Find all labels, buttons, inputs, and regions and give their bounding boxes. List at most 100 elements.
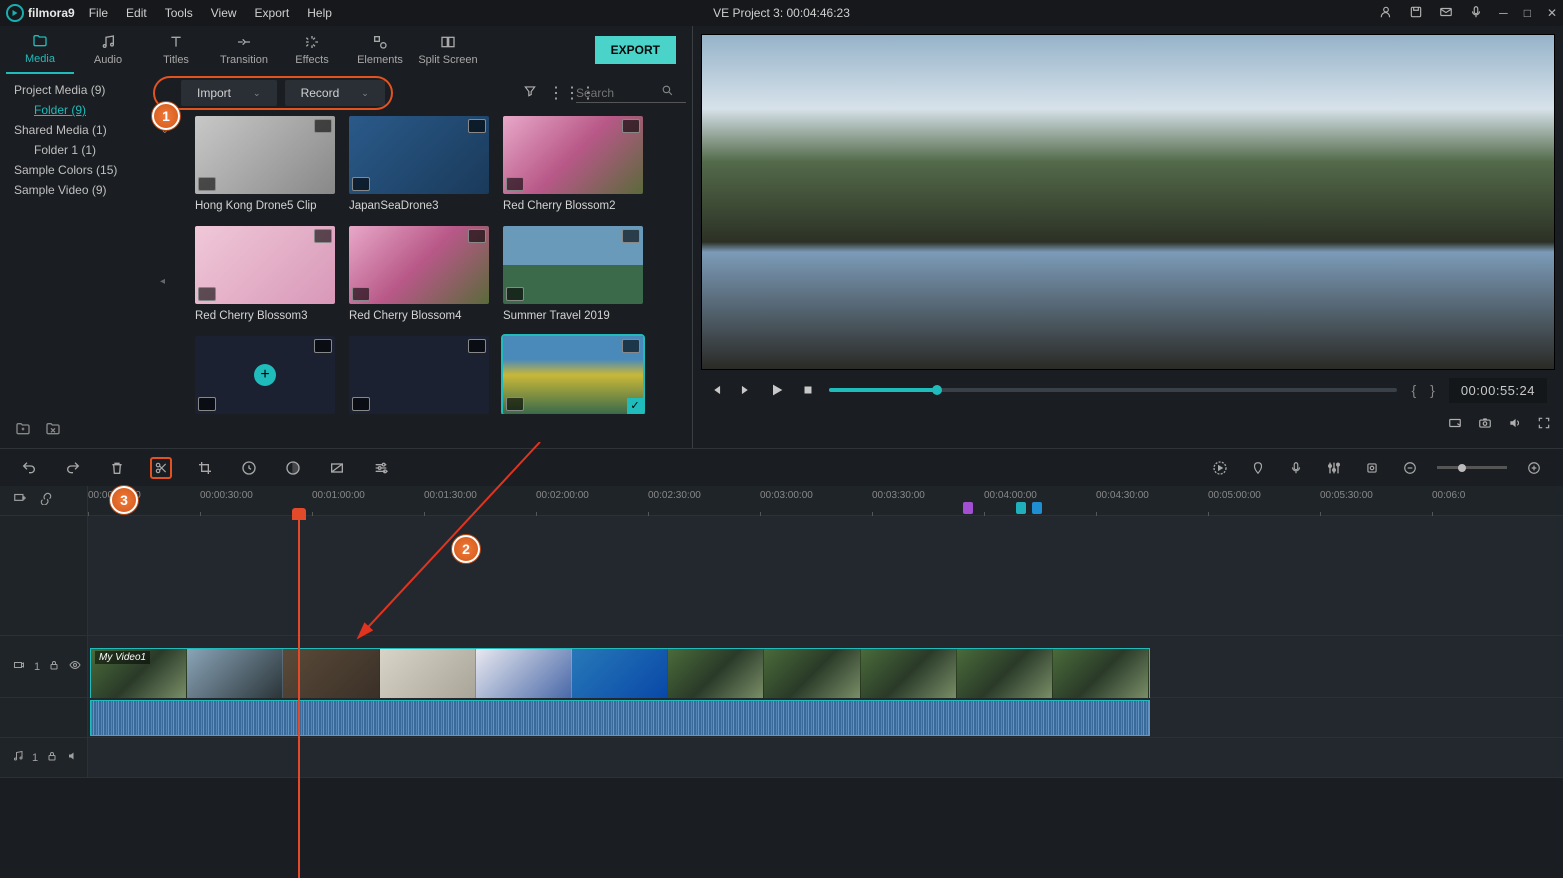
search-icon[interactable]: [661, 84, 674, 102]
search-field[interactable]: [576, 86, 661, 100]
clip-add-icon[interactable]: [352, 287, 370, 301]
redo-icon[interactable]: [62, 457, 84, 479]
export-button[interactable]: EXPORT: [595, 36, 676, 64]
menu-tools[interactable]: Tools: [165, 6, 193, 20]
maximize-icon[interactable]: □: [1524, 6, 1531, 20]
tab-transition[interactable]: Transition: [210, 26, 278, 74]
color-icon[interactable]: [282, 457, 304, 479]
filter-icon[interactable]: [520, 84, 540, 103]
track-content[interactable]: [88, 516, 1563, 635]
menu-help[interactable]: Help: [307, 6, 332, 20]
speed-icon[interactable]: [238, 457, 260, 479]
media-clip[interactable]: VID_20190903_151707: [349, 336, 489, 414]
audio-track-content[interactable]: [88, 698, 1563, 737]
tab-media[interactable]: Media: [6, 26, 74, 74]
link-icon[interactable]: [38, 491, 54, 510]
audio-track-content-2[interactable]: [88, 738, 1563, 777]
import-button[interactable]: Import⌄: [181, 80, 277, 106]
mixer-icon[interactable]: [1323, 457, 1345, 479]
clip-add-icon[interactable]: [506, 177, 524, 191]
split-scissors-icon[interactable]: [150, 457, 172, 479]
clip-add-icon[interactable]: [198, 397, 216, 411]
menu-file[interactable]: File: [89, 6, 108, 20]
tab-titles[interactable]: Titles: [142, 26, 210, 74]
adjust-icon[interactable]: [370, 457, 392, 479]
tab-audio[interactable]: Audio: [74, 26, 142, 74]
lock-icon[interactable]: [48, 659, 60, 674]
collapse-tree-icon[interactable]: ◂: [160, 276, 165, 287]
tab-elements[interactable]: Elements: [346, 26, 414, 74]
preview-video[interactable]: [701, 34, 1555, 370]
grid-view-icon[interactable]: ⋮⋮⋮: [548, 83, 568, 103]
fullscreen-icon[interactable]: [1537, 416, 1551, 435]
progress-bar[interactable]: [829, 388, 1397, 392]
media-clip[interactable]: Hong Kong Drone5 Clip: [195, 116, 335, 212]
clip-add-icon[interactable]: [352, 177, 370, 191]
new-folder-icon[interactable]: [14, 421, 32, 442]
playhead[interactable]: [298, 516, 300, 878]
menu-view[interactable]: View: [211, 6, 237, 20]
step-back-icon[interactable]: [709, 383, 723, 397]
tab-splitscreen[interactable]: Split Screen: [414, 26, 482, 74]
tree-folder[interactable]: Folder (9): [0, 100, 175, 120]
clip-add-icon[interactable]: [198, 287, 216, 301]
clip-add-icon[interactable]: [506, 397, 524, 411]
clip-add-icon[interactable]: [198, 177, 216, 191]
add-track-icon[interactable]: [12, 491, 28, 510]
zoom-out-icon[interactable]: [1399, 457, 1421, 479]
tree-sample-video[interactable]: Sample Video (9): [0, 180, 175, 200]
green-screen-icon[interactable]: [326, 457, 348, 479]
lock-icon[interactable]: [46, 750, 58, 765]
voiceover-icon[interactable]: [1285, 457, 1307, 479]
tree-sample-colors[interactable]: Sample Colors (15): [0, 160, 175, 180]
tree-project-media[interactable]: Project Media (9): [0, 80, 175, 100]
delete-icon[interactable]: [106, 457, 128, 479]
snapshot-icon[interactable]: [1477, 416, 1493, 435]
timeline-marker[interactable]: [963, 502, 973, 514]
media-clip[interactable]: Red Cherry Blossom2: [503, 116, 643, 212]
crop-icon[interactable]: [194, 457, 216, 479]
mail-icon[interactable]: [1439, 5, 1453, 22]
zoom-slider[interactable]: [1437, 466, 1507, 469]
save-icon[interactable]: [1409, 5, 1423, 22]
account-icon[interactable]: [1379, 5, 1393, 22]
media-clip[interactable]: VID_20190903_151617: [195, 336, 335, 414]
close-icon[interactable]: ✕: [1547, 6, 1557, 20]
tree-shared-media[interactable]: Shared Media (1)⌄: [0, 120, 175, 140]
marker-icon[interactable]: [1247, 457, 1269, 479]
step-forward-icon[interactable]: [739, 383, 753, 397]
clip-add-icon[interactable]: [506, 287, 524, 301]
mute-icon[interactable]: [66, 750, 80, 765]
timeline-marker[interactable]: [1032, 502, 1042, 514]
undo-icon[interactable]: [18, 457, 40, 479]
volume-icon[interactable]: [1507, 416, 1523, 435]
render-icon[interactable]: [1209, 457, 1231, 479]
search-input[interactable]: [576, 84, 686, 103]
tree-shared-folder[interactable]: Folder 1 (1): [0, 140, 175, 160]
quality-icon[interactable]: [1447, 416, 1463, 435]
ruler-ticks[interactable]: 00:00:00:0000:00:30:0000:01:00:0000:01:3…: [88, 486, 1563, 515]
mic-icon[interactable]: [1469, 5, 1483, 22]
record-button[interactable]: Record⌄: [285, 80, 385, 106]
timeline-marker[interactable]: [1016, 502, 1026, 514]
media-clip[interactable]: JapanSeaDrone3: [349, 116, 489, 212]
minimize-icon[interactable]: ─: [1499, 6, 1508, 20]
eye-icon[interactable]: [68, 659, 82, 674]
mark-in-icon[interactable]: {: [1411, 382, 1416, 398]
keyframe-icon[interactable]: [1361, 457, 1383, 479]
video-clip[interactable]: My Video1: [90, 648, 1150, 700]
delete-folder-icon[interactable]: [44, 421, 62, 442]
video-track-content[interactable]: My Video1: [88, 636, 1563, 697]
audio-clip[interactable]: [90, 700, 1150, 736]
menu-export[interactable]: Export: [255, 6, 290, 20]
clip-add-icon[interactable]: [352, 397, 370, 411]
media-clip[interactable]: Summer Travel 2019: [503, 226, 643, 322]
menu-edit[interactable]: Edit: [126, 6, 147, 20]
play-icon[interactable]: [769, 382, 785, 398]
tab-effects[interactable]: Effects: [278, 26, 346, 74]
stop-icon[interactable]: [801, 383, 815, 397]
media-clip[interactable]: Red Cherry Blossom3: [195, 226, 335, 322]
media-clip[interactable]: Red Cherry Blossom4: [349, 226, 489, 322]
zoom-in-icon[interactable]: [1523, 457, 1545, 479]
mark-out-icon[interactable]: }: [1430, 382, 1435, 398]
